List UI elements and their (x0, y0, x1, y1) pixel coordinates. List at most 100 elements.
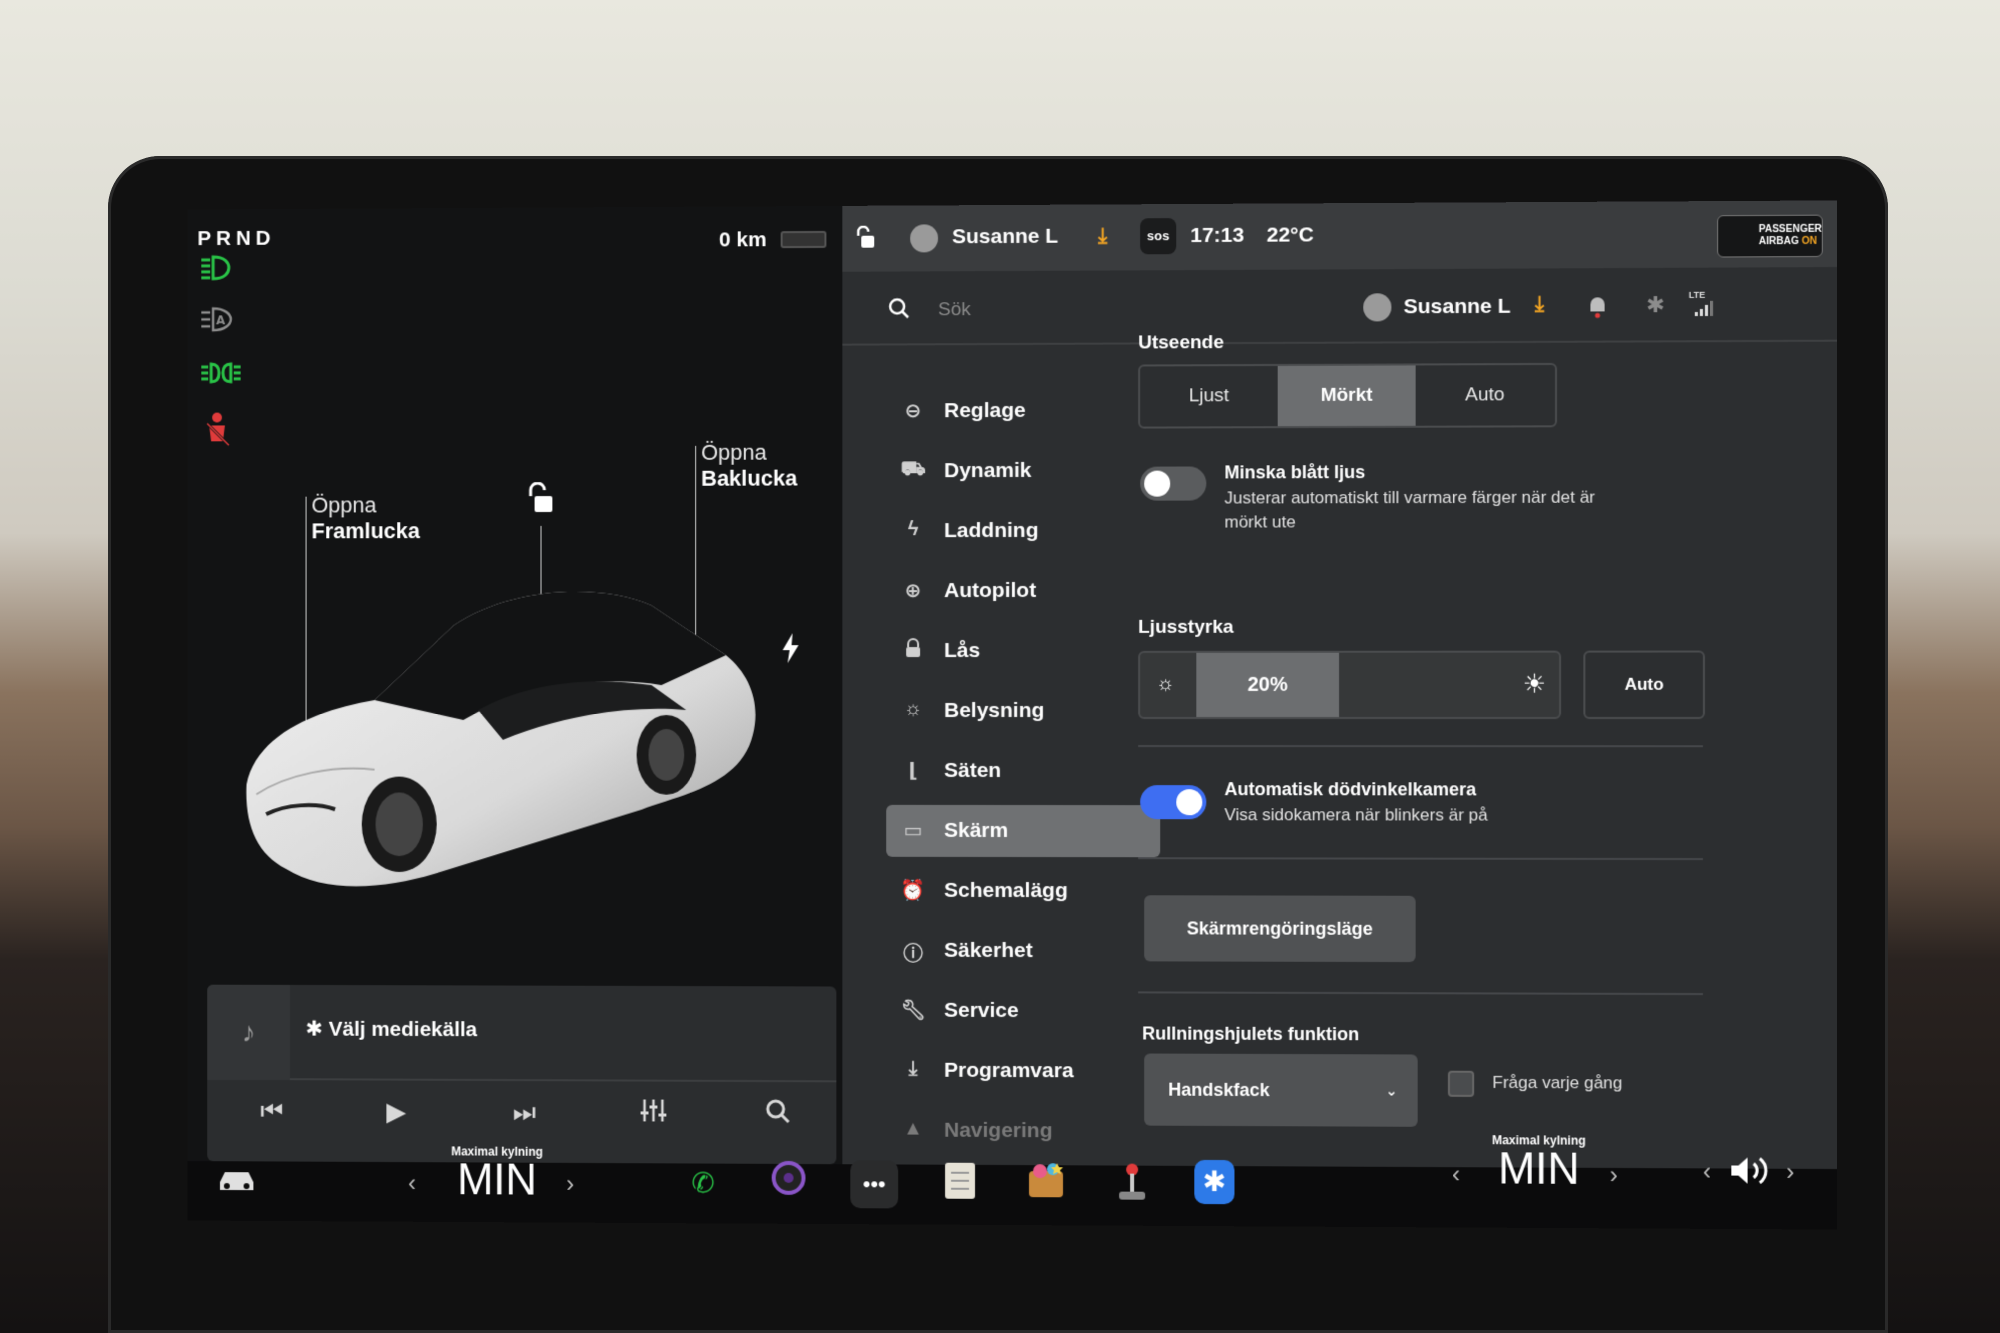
volume-increase[interactable]: › (1786, 1159, 1794, 1187)
airbag-line2: AIRBAG (1759, 236, 1799, 247)
header-user-name[interactable]: Susanne L (1404, 295, 1511, 320)
menu-item-dynamik[interactable]: ⛟ Dynamik (886, 445, 1160, 498)
menu-item-laddning[interactable]: ϟ Laddning (886, 505, 1160, 558)
menu-label: Autopilot (944, 579, 1036, 603)
scroll-wheel-dropdown[interactable]: Handskfack ⌄ (1144, 1054, 1418, 1127)
appearance-light-option[interactable]: Ljust (1140, 366, 1278, 427)
menu-item-programvara[interactable]: ⤓ Programvara (886, 1045, 1160, 1098)
unlock-icon[interactable] (525, 482, 557, 516)
lte-label: LTE (1689, 290, 1706, 300)
menu-item-saten[interactable]: ⌊ Säten (886, 745, 1160, 797)
appearance-title: Utseende (1138, 332, 1224, 354)
left-climate-decrease[interactable]: ‹ (408, 1170, 416, 1198)
lock-icon (900, 638, 926, 664)
info-circle-icon: ⓘ (900, 938, 926, 967)
media-source-select[interactable]: ✱ Välj mediekälla (306, 1017, 478, 1042)
sos-button[interactable]: sos (1140, 218, 1176, 254)
appearance-auto-option[interactable]: Auto (1416, 365, 1554, 426)
menu-item-las[interactable]: Lås (886, 625, 1160, 677)
menu-item-service[interactable]: 🔧︎ Service (886, 985, 1160, 1038)
bluetooth-icon[interactable]: ✱ (1194, 1160, 1234, 1204)
menu-item-sakerhet[interactable]: ⓘ Säkerhet (886, 925, 1160, 978)
brightness-auto-button[interactable]: Auto (1583, 651, 1705, 720)
search-icon[interactable] (888, 297, 910, 324)
chevron-down-icon: ⌄ (1386, 1054, 1398, 1126)
notes-icon[interactable] (936, 1161, 984, 1209)
right-climate-increase[interactable]: › (1610, 1162, 1618, 1190)
car-status-panel: PRND 0 km A Öppna Framlucka Öppna Bakluc… (188, 206, 843, 1164)
bolt-icon: ϟ (900, 518, 926, 541)
blind-spot-title: Automatisk dödvinkelkamera (1224, 779, 1476, 800)
frunk-action: Öppna (311, 492, 420, 518)
volume-icon[interactable] (1729, 1154, 1772, 1192)
toybox-icon[interactable] (1022, 1161, 1070, 1209)
svg-text:A: A (216, 313, 226, 327)
appearance-dark-option[interactable]: Mörkt (1278, 365, 1416, 426)
menu-label: Reglage (944, 399, 1026, 423)
unlock-status-icon[interactable] (854, 226, 876, 255)
blue-light-subtitle-line1: Justerar automatiskt till varmare färger… (1224, 486, 1595, 511)
download-icon[interactable]: ⤓ (1098, 224, 1107, 248)
media-source-label: Välj mediekälla (329, 1018, 478, 1041)
passenger-climate-value: MIN (1478, 1147, 1599, 1192)
car-home-icon[interactable] (213, 1161, 260, 1209)
user-avatar-icon (910, 224, 938, 252)
passenger-climate[interactable]: Maximal kylning MIN (1478, 1133, 1599, 1192)
brightness-high-icon: ☀ (1523, 669, 1547, 700)
menu-item-navigering[interactable]: ▲ Navigering (886, 1105, 1160, 1158)
alarm-clock-icon: ⏰ (900, 878, 926, 903)
ask-every-time-label: Fråga varje gång (1492, 1071, 1622, 1096)
driver-climate-value: MIN (438, 1158, 557, 1202)
camera-icon[interactable] (765, 1160, 813, 1208)
menu-label: Schemalägg (944, 879, 1068, 903)
download-icon: ⤓ (900, 1058, 926, 1081)
menu-label: Lås (944, 639, 980, 663)
menu-item-schemalagg[interactable]: ⏰ Schemalägg (886, 865, 1160, 918)
bottom-dock: ‹ Maximal kylning MIN › ✆ ••• ✱ ‹ Maxima… (188, 1161, 1837, 1230)
car-model-image (227, 535, 781, 904)
bluetooth-status-icon[interactable]: ✱ (1646, 292, 1665, 318)
music-note-icon: ♪ (207, 985, 290, 1081)
driver-climate[interactable]: Maximal kylning MIN (438, 1144, 557, 1202)
trunk-label[interactable]: Öppna Baklucka (701, 440, 797, 492)
status-user-name[interactable]: Susanne L (952, 225, 1058, 250)
phone-icon[interactable]: ✆ (679, 1159, 727, 1207)
menu-label: Laddning (944, 519, 1038, 543)
play-icon[interactable]: ▶ (386, 1096, 406, 1127)
menu-item-autopilot[interactable]: ⊕ Autopilot (886, 565, 1160, 617)
previous-track-icon[interactable]: ⏮ (260, 1096, 283, 1128)
menu-label: Service (944, 999, 1019, 1023)
right-climate-decrease[interactable]: ‹ (1452, 1161, 1460, 1189)
media-source-row[interactable]: ♪ ✱ Välj mediekälla (207, 985, 836, 1083)
menu-item-skarm[interactable]: ▭ Skärm (886, 805, 1160, 857)
volume-decrease[interactable]: ‹ (1703, 1158, 1711, 1186)
header-download-icon[interactable]: ⤓ (1535, 293, 1544, 317)
equalizer-icon[interactable] (640, 1097, 668, 1130)
brightness-slider[interactable]: ☼ 20% ☀ (1138, 651, 1561, 719)
settings-panel: Susanne L ⤓ sos 17:13 22°C PASSENGER AIR… (842, 200, 1837, 1169)
search-input[interactable]: Sök (938, 299, 971, 321)
blue-light-title: Minska blått ljus (1224, 462, 1365, 483)
seatbelt-warning-icon (199, 412, 242, 448)
scroll-wheel-selected: Handskfack (1168, 1080, 1269, 1100)
menu-item-reglage[interactable]: ⊖ Reglage (886, 384, 1160, 437)
airbag-state: ON (1802, 236, 1817, 247)
notification-bell-icon[interactable] (1587, 294, 1607, 323)
blind-spot-subtitle: Visa sidokamera när blinkers är på (1224, 803, 1487, 827)
menu-item-belysning[interactable]: ☼ Belysning (886, 685, 1160, 737)
blind-spot-toggle[interactable] (1140, 785, 1206, 819)
signal-strength-icon (1695, 300, 1715, 321)
screen-clean-mode-button[interactable]: Skärmrengöringsläge (1144, 895, 1415, 962)
ask-every-time-checkbox[interactable] (1448, 1071, 1474, 1097)
left-climate-increase[interactable]: › (566, 1171, 574, 1199)
blue-light-toggle[interactable] (1140, 466, 1206, 500)
joystick-icon[interactable] (1108, 1161, 1156, 1209)
media-search-icon[interactable] (765, 1098, 791, 1131)
airbag-line1: PASSENGER (1759, 224, 1822, 236)
divider (1138, 857, 1703, 860)
charge-port-icon[interactable] (781, 633, 801, 670)
more-icon[interactable]: ••• (850, 1160, 898, 1208)
menu-label: Säten (944, 759, 1001, 783)
next-track-icon[interactable]: ⏭ (513, 1097, 536, 1129)
trunk-action: Öppna (701, 440, 797, 466)
